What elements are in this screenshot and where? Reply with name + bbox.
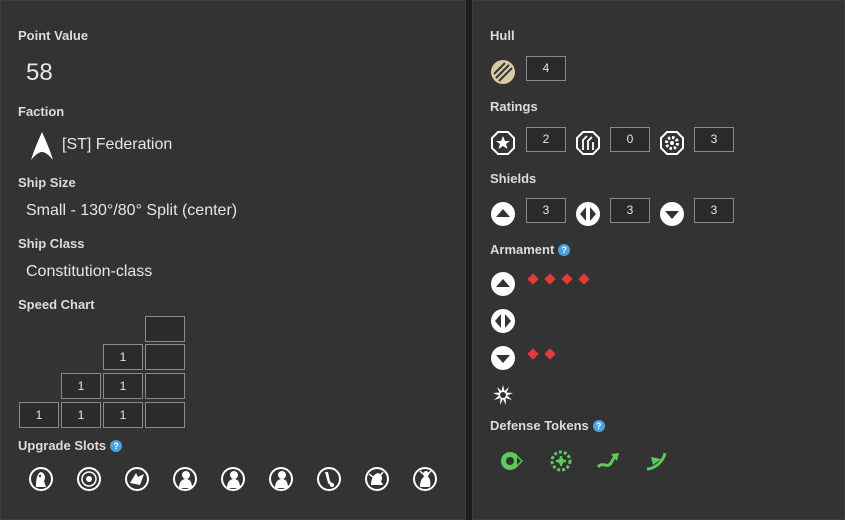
speed-cell: [145, 402, 185, 428]
ship-stats-right-panel: Hull 4 Ratings 2 0 3 Shields 3 3 3 Armam…: [472, 0, 845, 520]
hull-value: 4: [526, 56, 566, 81]
point-value-label: Point Value: [18, 28, 89, 43]
speed-cell: 1: [19, 402, 59, 428]
speed-cell: [145, 373, 185, 399]
speed-cell: 1: [103, 373, 143, 399]
armament-label: Armament?: [490, 242, 571, 257]
shield-value: 3: [526, 198, 566, 223]
evade-token-icon[interactable]: [595, 447, 623, 475]
captain-upgrade-icon[interactable]: [27, 465, 55, 493]
shield-value: 3: [610, 198, 650, 223]
hull-label: Hull: [490, 28, 515, 43]
speed-cell: 1: [103, 402, 143, 428]
forward-arc-icon: [491, 272, 515, 296]
rear-arc-icon: [491, 346, 515, 370]
ship-class-value: Constitution-class: [26, 263, 153, 280]
squadron-upgrade-icon[interactable]: [123, 465, 151, 493]
admiral-upgrade-icon[interactable]: [75, 465, 103, 493]
shields-label: Shields: [490, 171, 537, 186]
faction-value: [ST] Federation: [62, 136, 173, 153]
ratings-label: Ratings: [490, 99, 538, 114]
speed-cell: 1: [61, 373, 101, 399]
speed-cell: 1: [103, 344, 143, 370]
speed-cell: [145, 344, 185, 370]
help-icon[interactable]: ?: [558, 244, 571, 256]
attack-die-icon: [561, 273, 573, 285]
upgrade-slots-label: Upgrade Slots?: [18, 438, 123, 453]
rating-value: 2: [526, 127, 566, 152]
crew-upgrade-icon[interactable]: [171, 465, 199, 493]
speed-cell: [145, 316, 185, 342]
maneuver-arrows-icon: [576, 131, 600, 155]
sensor-echo-token-icon[interactable]: [547, 447, 575, 475]
attack-die-icon: [578, 273, 590, 285]
shield-value: 3: [694, 198, 734, 223]
armament-label-text: Armament: [490, 242, 555, 257]
elite-upgrade-icon[interactable]: [411, 465, 439, 493]
rear-arc-icon: [660, 202, 684, 226]
ship-class-label: Ship Class: [18, 236, 85, 251]
help-icon[interactable]: ?: [110, 440, 123, 452]
side-arcs-icon: [576, 202, 600, 226]
hull-icon: [491, 60, 515, 84]
weapon-upgrade-icon[interactable]: [315, 465, 343, 493]
ship-size-label: Ship Size: [18, 175, 76, 190]
defense-tokens-label-text: Defense Tokens: [490, 418, 589, 433]
star-octagon-icon: [491, 131, 515, 155]
rating-value: 3: [694, 127, 734, 152]
faction-label: Faction: [18, 104, 65, 119]
side-arcs-icon: [491, 309, 515, 333]
attack-die-icon: [527, 348, 539, 360]
ship-size-value: Small - 130°/80° Split (center): [26, 202, 238, 219]
crew-upgrade-icon[interactable]: [219, 465, 247, 493]
ship-stats-left-panel: Point Value 58 Faction [ST] Federation S…: [0, 0, 466, 520]
brace-token-icon[interactable]: [643, 447, 671, 475]
attack-die-icon: [544, 273, 556, 285]
speed-chart-label: Speed Chart: [18, 297, 95, 312]
defense-tokens-label: Defense Tokens?: [490, 418, 605, 433]
attack-die-icon: [544, 348, 556, 360]
help-icon[interactable]: ?: [592, 420, 605, 432]
cloak-token-icon[interactable]: [499, 447, 527, 475]
speed-cell: 1: [61, 402, 101, 428]
special-weapon-burst-icon: [493, 385, 513, 405]
tech-upgrade-icon[interactable]: [363, 465, 391, 493]
upgrade-slots-label-text: Upgrade Slots: [18, 438, 107, 453]
forward-arc-icon: [491, 202, 515, 226]
rating-value: 0: [610, 127, 650, 152]
federation-delta-icon: [31, 132, 53, 160]
attack-die-icon: [527, 273, 539, 285]
crew-upgrade-icon[interactable]: [267, 465, 295, 493]
gear-octagon-icon: [660, 131, 684, 155]
point-value: 58: [26, 59, 53, 86]
